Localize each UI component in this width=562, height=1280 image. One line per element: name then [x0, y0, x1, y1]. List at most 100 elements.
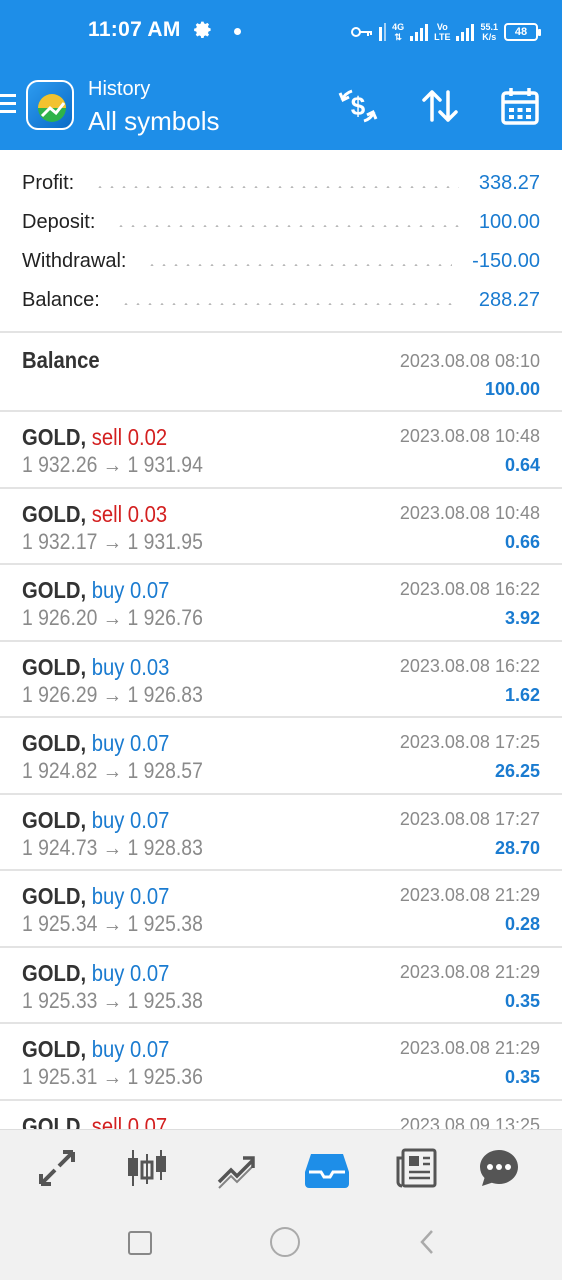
balance-entry-time: 2023.08.08 08:10	[399, 351, 540, 371]
status-icons: 4G ⇅ Vo LTE 55.1 K/s 48	[351, 16, 541, 48]
vpn-key-icon	[351, 27, 373, 37]
deal-operation: buy 0.07	[91, 806, 170, 833]
top-bar: 11:07 AM 4G ⇅ Vo LTE 55.1 K/s 48 History…	[0, 0, 562, 150]
recents-button[interactable]	[128, 1231, 152, 1255]
deal-row[interactable]: GOLD, buy 0.03 1 926.29 → 1 926.83 2023.08…	[0, 642, 562, 718]
deal-time: 2023.08.08 21:29	[399, 961, 540, 982]
menu-icon[interactable]	[0, 94, 16, 116]
balance-entry-row[interactable]: Balance 2023.08.08 08:10 100.00	[0, 333, 562, 412]
deal-row[interactable]: GOLD, buy 0.07 1 925.33 → 1 925.38 2023.08…	[0, 948, 562, 1024]
deal-profit: 28.70	[494, 837, 540, 858]
deal-prices: 1 925.31 → 1 925.36	[22, 1064, 203, 1089]
deal-profit: 0.35	[504, 1067, 540, 1087]
deal-time: 2023.08.08 10:48	[399, 426, 540, 446]
app-bar: History All symbols $	[0, 64, 562, 150]
deposit-label: Deposit:	[22, 210, 96, 233]
deal-symbol: GOLD,	[22, 653, 87, 680]
quotes-icon[interactable]	[33, 1144, 81, 1192]
deal-operation: sell 0.07	[91, 1112, 168, 1130]
profit-label: Profit:	[22, 171, 75, 194]
deal-row[interactable]: GOLD, buy 0.07 1 926.20 → 1 926.76 2023.08…	[0, 565, 562, 642]
deal-prices: 1 926.29 → 1 926.83	[22, 681, 203, 707]
deal-title: GOLD, buy 0.07	[22, 1036, 169, 1063]
deal-operation: buy 0.07	[91, 730, 170, 756]
deal-prices: 1 926.20 → 1 926.76	[22, 605, 203, 630]
deal-symbol: GOLD,	[22, 500, 87, 527]
deal-operation: buy 0.07	[91, 577, 170, 603]
deal-profit: 0.35	[504, 990, 540, 1011]
leader-dots	[115, 225, 459, 227]
deal-symbol: GOLD,	[22, 730, 87, 756]
notification-dot	[234, 28, 241, 35]
signal-1-icon	[379, 23, 387, 41]
deal-time: 2023.08.09 13:25	[399, 1114, 540, 1130]
deal-symbol: GOLD,	[22, 424, 87, 450]
deal-row[interactable]: GOLD, buy 0.07 1 924.82 → 1 928.57 2023.08…	[0, 718, 562, 795]
network-4g: 4G ⇅	[392, 22, 405, 42]
status-bar: 11:07 AM 4G ⇅ Vo LTE 55.1 K/s 48	[0, 0, 562, 64]
deal-time: 2023.08.08 16:22	[399, 579, 540, 599]
summary-profit-row: Profit: 338.27	[22, 165, 540, 201]
deal-row[interactable]: GOLD, buy 0.07 1 925.34 → 1 925.38 2023.08…	[0, 871, 562, 948]
app-logo	[26, 80, 74, 130]
deal-time: 2023.08.08 10:48	[399, 502, 540, 523]
deal-row[interactable]: GOLD, sell 0.07 2023.08.09 13:25	[0, 1101, 562, 1130]
trade-icon[interactable]	[213, 1144, 261, 1192]
deal-time: 2023.08.08 17:27	[399, 808, 540, 829]
leader-dots	[94, 186, 459, 188]
deal-row[interactable]: GOLD, sell 0.02 1 932.26 → 1 931.94 2023.0…	[0, 412, 562, 489]
deal-title: GOLD, sell 0.02	[22, 424, 167, 451]
deal-prices: 1 924.82 → 1 928.57	[22, 758, 203, 783]
back-icon[interactable]	[418, 1229, 436, 1255]
deal-title: GOLD, buy 0.07	[22, 730, 169, 757]
news-icon[interactable]	[393, 1144, 441, 1192]
deal-time: 2023.08.08 21:29	[399, 885, 540, 905]
deal-title: GOLD, buy 0.03	[22, 654, 169, 681]
deal-title: GOLD, buy 0.07	[22, 807, 169, 834]
network-speed: 55.1 K/s	[480, 22, 498, 42]
history-inbox-icon[interactable]	[303, 1144, 351, 1192]
app-bar-title[interactable]: All symbols	[88, 106, 219, 137]
leader-dots	[119, 303, 459, 305]
settings-gear-icon	[194, 21, 211, 39]
deal-symbol: GOLD,	[22, 959, 87, 986]
deal-title: GOLD, buy 0.07	[22, 960, 169, 987]
deal-row[interactable]: GOLD, sell 0.03 1 932.17 → 1 931.95 2023.0…	[0, 489, 562, 565]
deal-operation: buy 0.07	[91, 1036, 170, 1062]
deal-row[interactable]: GOLD, buy 0.07 1 925.31 → 1 925.36 2023.08…	[0, 1024, 562, 1101]
deal-symbol: GOLD,	[22, 883, 87, 909]
battery-icon: 48	[504, 23, 541, 41]
summary-withdrawal-row: Withdrawal: -150.00	[22, 243, 540, 279]
deal-row[interactable]: GOLD, buy 0.07 1 924.73 → 1 928.83 2023.08…	[0, 795, 562, 871]
deal-symbol: GOLD,	[22, 806, 87, 833]
deals-list[interactable]: Balance 2023.08.08 08:10 100.00 GOLD, se…	[0, 333, 562, 1129]
system-nav-bar	[0, 1205, 562, 1280]
status-time: 11:07 AM	[88, 18, 181, 41]
calendar-icon[interactable]	[498, 84, 542, 128]
app-logo-graphic-icon	[38, 94, 66, 122]
mt-history-screen: 11:07 AM 4G ⇅ Vo LTE 55.1 K/s 48 History…	[0, 0, 562, 1280]
profit-value: 338.27	[478, 171, 540, 194]
chat-icon[interactable]	[475, 1144, 523, 1192]
chart-candles-icon[interactable]	[123, 1144, 171, 1192]
balance-entry-title: Balance	[22, 347, 100, 373]
deal-title: GOLD, sell 0.07	[22, 1113, 167, 1130]
deal-prices: 1 932.26 → 1 931.94	[22, 452, 203, 477]
deal-symbol: GOLD,	[22, 1112, 87, 1130]
deal-time: 2023.08.08 17:25	[399, 732, 540, 752]
app-bar-subtitle: History	[88, 78, 151, 100]
svg-text:$: $	[351, 91, 366, 121]
summary-deposit-row: Deposit: 100.00	[22, 204, 540, 240]
deal-prices: 1 932.17 → 1 931.95	[22, 528, 203, 554]
deposit-value: 100.00	[478, 210, 540, 233]
deal-time: 2023.08.08 21:29	[399, 1038, 540, 1058]
deal-operation: buy 0.03	[91, 653, 170, 680]
dollar-exchange-icon[interactable]: $	[336, 84, 380, 128]
sort-icon[interactable]	[418, 84, 462, 128]
deal-title: GOLD, buy 0.07	[22, 577, 169, 604]
home-button[interactable]	[270, 1227, 300, 1257]
balance-value: 288.27	[478, 288, 540, 311]
balance-entry-amount: 100.00	[484, 379, 540, 399]
deal-profit: 0.66	[504, 531, 540, 552]
deal-profit: 0.28	[504, 914, 540, 934]
